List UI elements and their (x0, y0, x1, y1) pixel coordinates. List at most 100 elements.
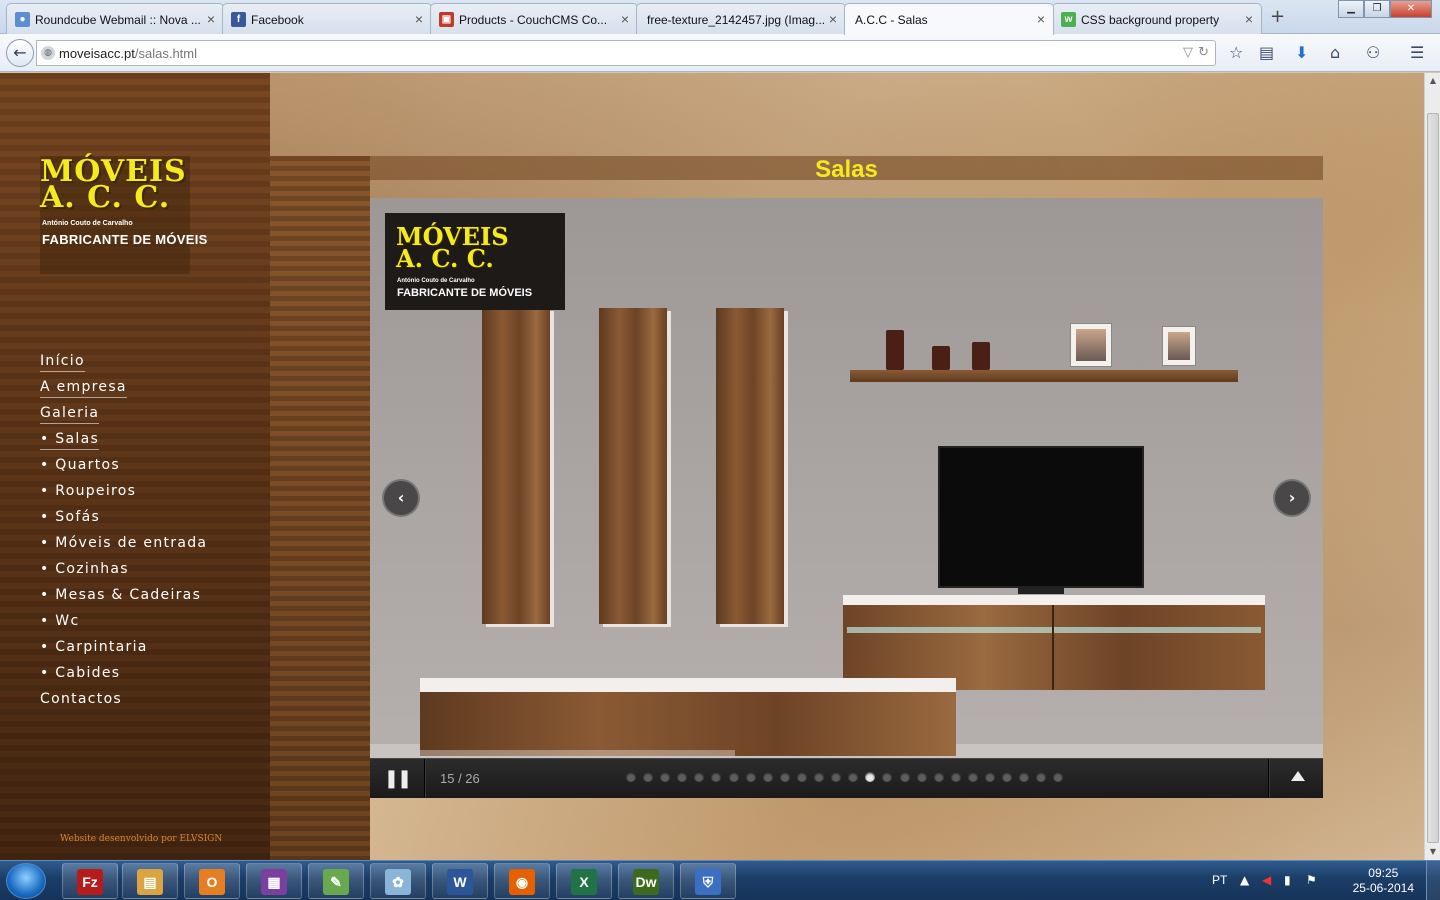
slide-dot[interactable] (899, 772, 910, 782)
slide-dot[interactable] (916, 772, 927, 782)
slide-dot[interactable] (677, 772, 688, 782)
slide-dot[interactable] (1036, 772, 1047, 782)
menu-icon[interactable]: ☰ (1410, 43, 1424, 62)
menu-item-moveis-de-entrada[interactable]: • Móveis de entrada (40, 535, 207, 561)
slide-dot[interactable] (643, 772, 654, 782)
tv-cabinet (843, 595, 1265, 690)
tab-couchcms[interactable]: ▣ Products - CouchCMS Co... × (430, 3, 638, 34)
scroll-up-arrow-icon[interactable]: ▲ (1425, 73, 1440, 89)
menu-item-cabides[interactable]: • Cabides (40, 665, 207, 691)
slide-dot[interactable] (711, 772, 722, 782)
slide-dot[interactable] (796, 772, 807, 782)
taskbar-app[interactable]: ▦ (246, 863, 302, 899)
minimize-button[interactable]: ▁ (1338, 0, 1364, 18)
taskbar-app[interactable]: O (184, 863, 240, 899)
menu-item-wc[interactable]: • Wc (40, 613, 207, 639)
slider-next-button[interactable]: › (1273, 479, 1311, 517)
slide-dot[interactable] (1002, 772, 1013, 782)
close-icon[interactable]: × (621, 11, 629, 27)
menu-item-cozinhas[interactable]: • Cozinhas (40, 561, 207, 587)
vertical-scrollbar[interactable]: ▲ ▼ (1424, 73, 1440, 860)
tab-roundcube[interactable]: ● Roundcube Webmail :: Nova ... × (6, 3, 224, 34)
menu-item-galeria[interactable]: Galeria (40, 405, 207, 431)
slide-dot[interactable] (745, 772, 756, 782)
scrollbar-thumb[interactable] (1427, 113, 1439, 843)
taskbar-app[interactable]: Dw (618, 863, 674, 899)
middle-texture-strip (270, 156, 370, 860)
slider-prev-button[interactable]: ‹ (382, 479, 420, 517)
slide-dot[interactable] (1019, 772, 1030, 782)
clock[interactable]: 09:25 25-06-2014 (1353, 866, 1414, 896)
slide-dot[interactable] (933, 772, 944, 782)
scroll-down-arrow-icon[interactable]: ▼ (1425, 844, 1440, 860)
slide-dot[interactable] (779, 772, 790, 782)
tab-css-background[interactable]: w CSS background property × (1052, 3, 1262, 34)
bookmark-star-icon[interactable]: ☆ (1229, 43, 1243, 62)
slide-dot[interactable] (660, 772, 671, 782)
network-signal-icon[interactable]: ▮ (1284, 873, 1291, 887)
taskbar-app[interactable]: ◉ (494, 863, 550, 899)
slide-dot[interactable] (882, 772, 893, 782)
page-content: MÓVEIS A. C. C. António Couto de Carvalh… (0, 73, 1424, 860)
menu-item-quartos[interactable]: • Quartos (40, 457, 207, 483)
slide-dot[interactable] (626, 772, 636, 782)
speaker-muted-icon[interactable]: ◀ (1262, 873, 1271, 887)
taskbar-app[interactable]: ✿ (370, 863, 426, 899)
pause-button[interactable]: ❚❚ (378, 767, 416, 791)
home-icon[interactable]: ⌂ (1330, 43, 1340, 62)
menu-item-sofas[interactable]: • Sofás (40, 509, 207, 535)
slide-dot[interactable] (967, 772, 978, 782)
menu-item-roupeiros[interactable]: • Roupeiros (40, 483, 207, 509)
slide-dot[interactable] (728, 772, 739, 782)
reload-icon[interactable]: ↻ (1198, 45, 1209, 60)
menu-item-salas[interactable]: • Salas (40, 431, 207, 457)
menu-item-a-empresa[interactable]: A empresa (40, 379, 207, 405)
new-tab-button[interactable]: + (1270, 6, 1285, 27)
close-icon[interactable]: × (1037, 11, 1045, 27)
dropdown-arrow-icon[interactable]: ▽ (1183, 45, 1193, 60)
slide-dot[interactable] (865, 772, 876, 782)
slide-dot[interactable] (950, 772, 961, 782)
menu-item-mesas-cadeiras[interactable]: • Mesas & Cadeiras (40, 587, 207, 613)
show-desktop-button[interactable] (1426, 861, 1440, 900)
close-icon[interactable]: × (207, 11, 215, 27)
taskbar-app[interactable]: ▤ (122, 863, 178, 899)
taskbar-app[interactable]: X (556, 863, 612, 899)
slide-dot[interactable] (762, 772, 773, 782)
reading-list-icon[interactable]: ▤ (1259, 43, 1274, 62)
close-icon[interactable]: × (415, 11, 423, 27)
slide-dot[interactable] (814, 772, 825, 782)
action-center-flag-icon[interactable]: ⚑ (1306, 873, 1317, 887)
clock-time: 09:25 (1368, 866, 1399, 880)
tab-facebook[interactable]: f Facebook × (222, 3, 432, 34)
slide-dot[interactable] (984, 772, 995, 782)
taskbar-app[interactable]: W (432, 863, 488, 899)
close-icon[interactable]: × (829, 11, 837, 27)
tab-acc-salas[interactable]: A.C.C - Salas × (844, 3, 1054, 35)
slide-dot[interactable] (848, 772, 859, 782)
back-button[interactable]: ← (6, 39, 34, 67)
taskbar-app[interactable]: ✎ (308, 863, 364, 899)
download-icon[interactable]: ⬇ (1295, 43, 1308, 62)
close-window-button[interactable]: ✕ (1390, 0, 1432, 18)
taskbar-app[interactable]: Fz (62, 863, 118, 899)
footer-credit[interactable]: Website desenvolvido por ELVSIGN (60, 834, 222, 844)
language-indicator[interactable]: PT (1212, 873, 1227, 887)
tray-arrow-icon[interactable]: ▲ (1240, 873, 1249, 887)
slide-dot[interactable] (694, 772, 705, 782)
maximize-button[interactable]: ❐ (1364, 0, 1390, 18)
menu-item-label: Início (40, 353, 85, 372)
taskbar-app[interactable]: ⛨ (680, 863, 736, 899)
expand-up-icon[interactable] (1291, 771, 1305, 781)
menu-item-contactos[interactable]: Contactos (40, 691, 207, 717)
menu-item-inicio[interactable]: Início (40, 353, 207, 379)
tab-texture-image[interactable]: free-texture_2142457.jpg (Imag... × (636, 3, 846, 34)
start-button[interactable] (6, 863, 46, 899)
url-bar[interactable]: ◍ moveisacc.pt/salas.html ▽ ↻ (36, 40, 1216, 66)
close-icon[interactable]: × (1245, 11, 1253, 27)
menu-item-carpintaria[interactable]: • Carpintaria (40, 639, 207, 665)
slide-dot[interactable] (831, 772, 842, 782)
menu-item-label: A empresa (40, 379, 127, 398)
slide-dot[interactable] (1053, 772, 1064, 782)
addon-icon[interactable]: ⚇ (1366, 43, 1380, 62)
